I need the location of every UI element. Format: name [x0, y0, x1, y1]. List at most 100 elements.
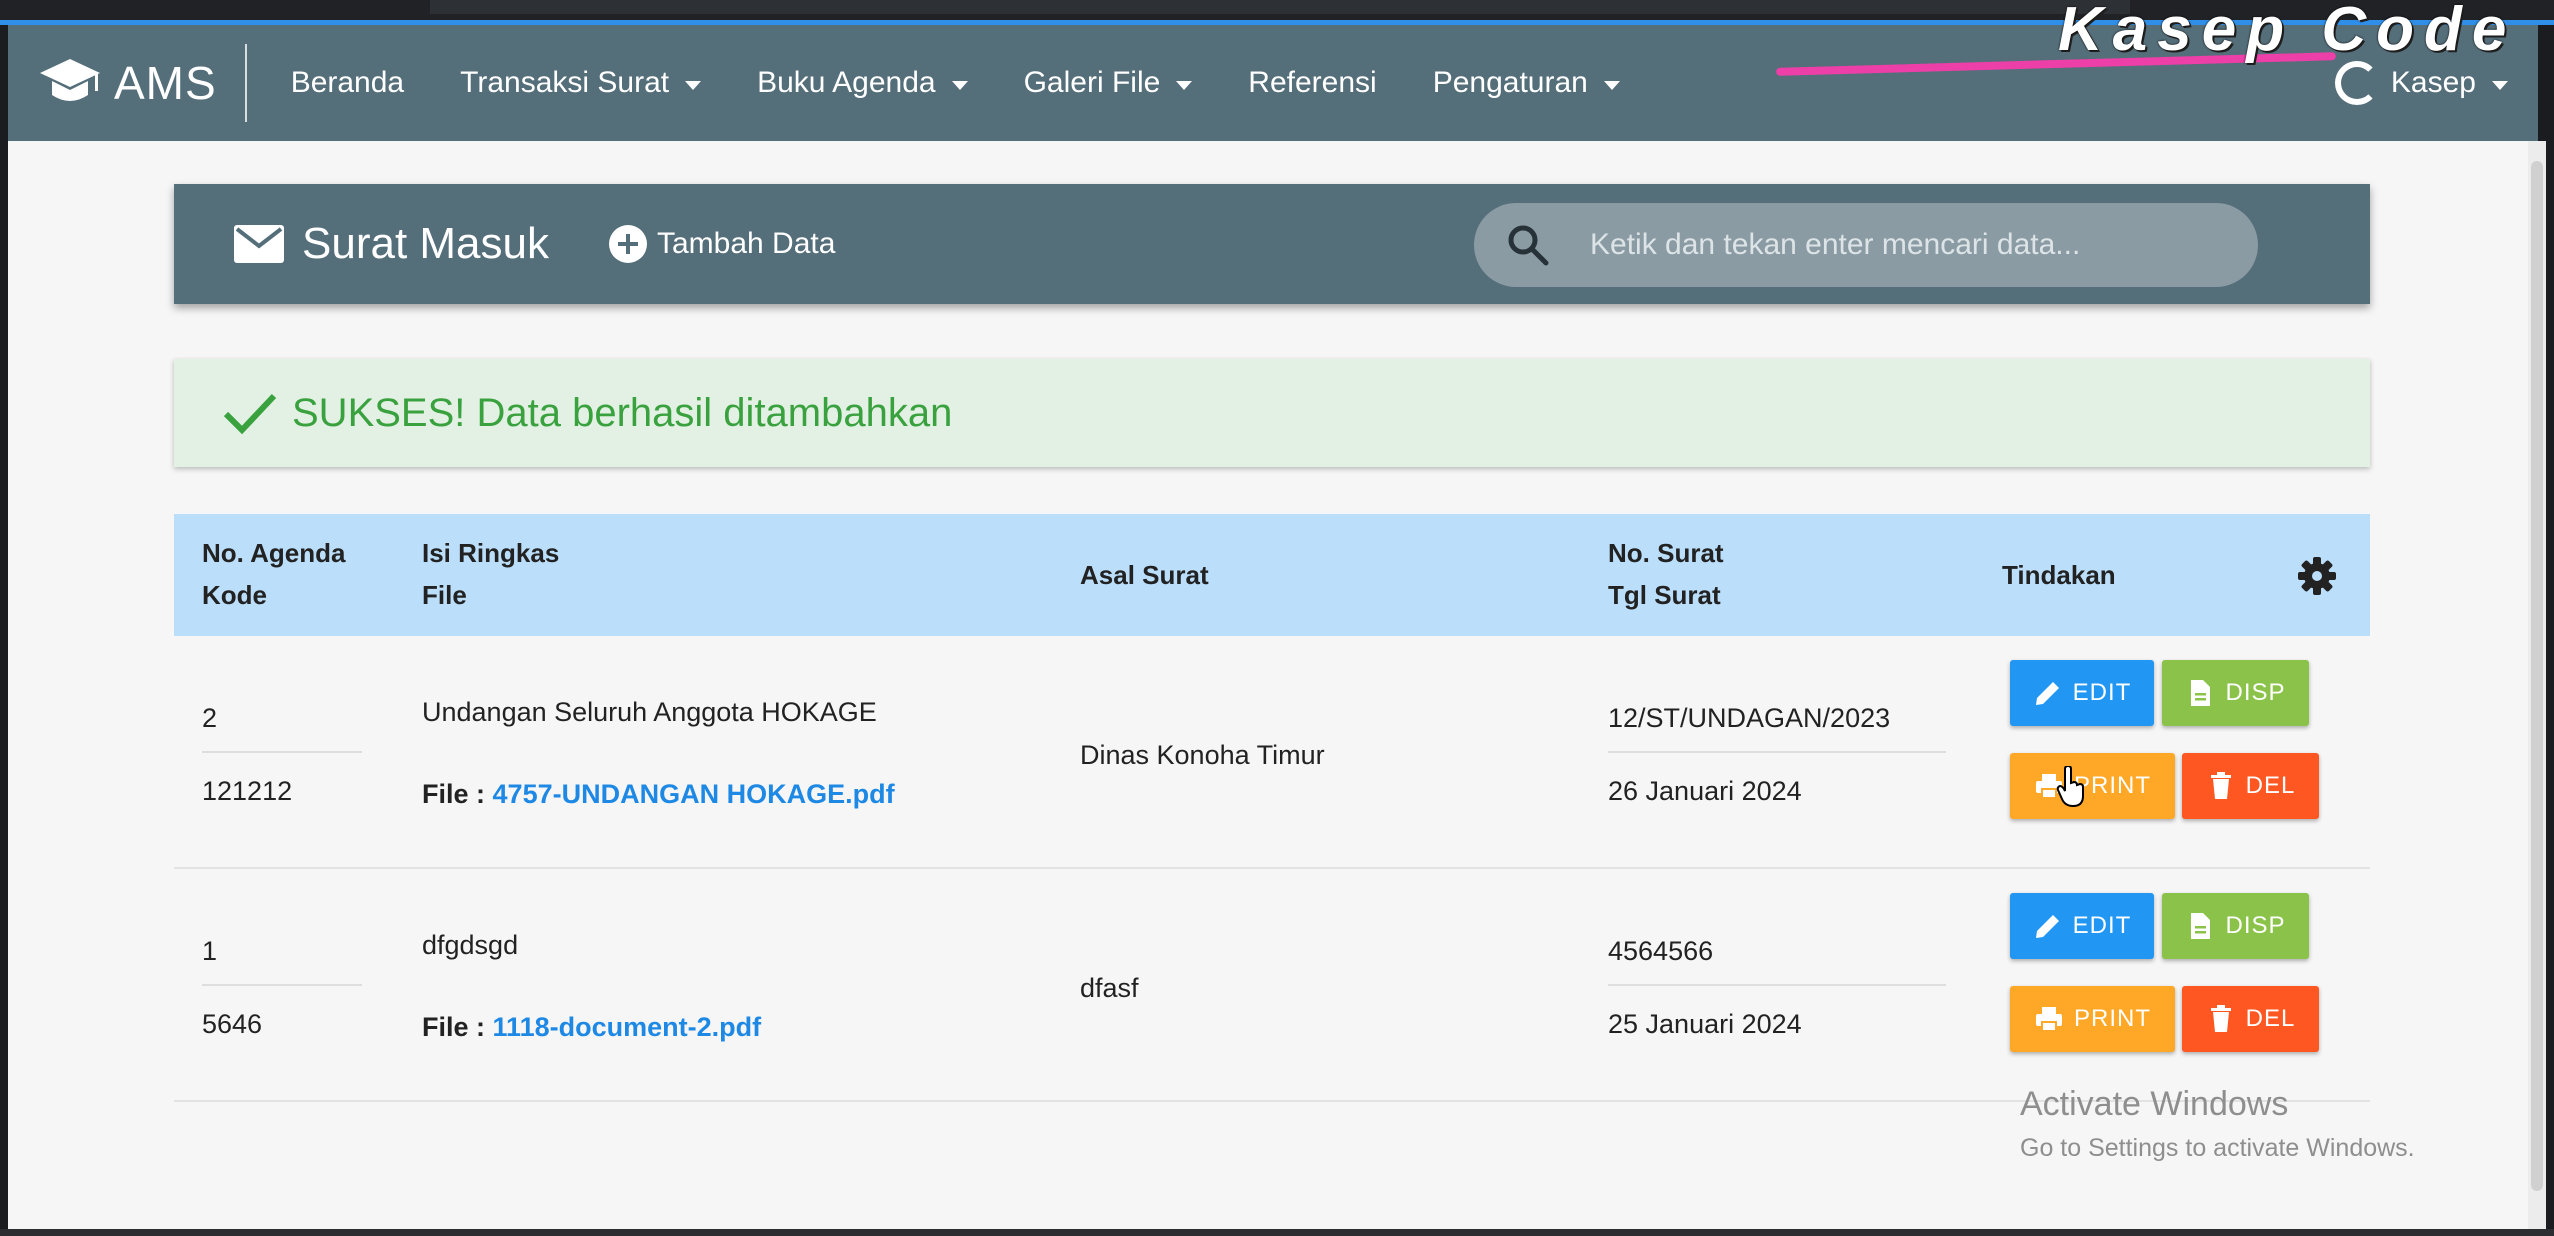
th-file: File: [422, 580, 467, 610]
cell-tgl-surat: 25 Januari 2024: [1608, 1009, 1802, 1039]
mail-icon: [234, 225, 284, 263]
alert-message: SUKSES! Data berhasil ditambahkan: [292, 390, 953, 435]
user-circle-icon: [2334, 61, 2379, 105]
gear-icon[interactable]: [2298, 557, 2336, 595]
cell-file: File : 1118-document-2.pdf: [422, 1012, 761, 1043]
th-no-tgl-surat: No. Surat Tgl Surat: [1608, 532, 1724, 616]
search-icon: [1508, 225, 1549, 266]
nav-item-label: Transaksi Surat: [460, 66, 670, 99]
nav-item-buku-agenda[interactable]: Buku Agenda: [729, 25, 996, 141]
pencil-icon: [2035, 682, 2059, 705]
table-row: 1 5646 dfgdsgd File : 1118-document-2.pd…: [174, 869, 2370, 1102]
nav-item-label: Galeri File: [1023, 66, 1161, 99]
nav-item-label: Buku Agenda: [757, 66, 936, 99]
search-input[interactable]: [1588, 227, 2232, 263]
th-tgl-surat: Tgl Surat: [1608, 580, 1721, 610]
disp-button[interactable]: DISP: [2162, 893, 2309, 959]
th-no-surat: No. Surat: [1608, 538, 1724, 568]
activate-windows-notice: Activate Windows Go to Settings to activ…: [2020, 1085, 2415, 1163]
disp-button[interactable]: DISP: [2162, 660, 2309, 726]
scrollbar-thumb[interactable]: [2531, 161, 2543, 1191]
table-row: 2 121212 Undangan Seluruh Anggota HOKAGE…: [174, 636, 2370, 869]
brand-separator: [244, 44, 247, 122]
cell-no-surat: 12/ST/UNDAGAN/2023: [1608, 703, 1891, 733]
add-data-button[interactable]: Tambah Data: [608, 225, 836, 263]
cell-divider: [202, 984, 362, 986]
user-name: Kasep: [2390, 66, 2476, 99]
bottom-strip: [0, 1229, 2554, 1236]
th-asal-surat: Asal Surat: [1080, 560, 1209, 590]
delete-button[interactable]: DEL: [2182, 753, 2319, 819]
check-icon: [223, 393, 277, 435]
cell-file: File : 4757-UNDANGAN HOKAGE.pdf: [422, 779, 895, 810]
edit-button[interactable]: EDIT: [2010, 660, 2154, 726]
document-icon: [2191, 680, 2211, 706]
document-icon: [2191, 913, 2211, 939]
file-label: File :: [422, 779, 486, 809]
disp-label: DISP: [2225, 679, 2286, 706]
cell-divider: [1608, 984, 1946, 986]
page-title: Surat Masuk: [234, 219, 549, 269]
search-box: [1474, 203, 2258, 287]
printer-icon: [2036, 1007, 2062, 1032]
nav-item-label: Pengaturan: [1432, 66, 1588, 99]
file-label: File :: [422, 1012, 486, 1042]
main-content: Surat Masuk Tambah Data SUKSES! Data ber…: [8, 141, 2528, 1229]
cell-kode: 121212: [202, 776, 293, 806]
nav-item-label: Beranda: [290, 66, 405, 99]
delete-button[interactable]: DEL: [2182, 986, 2319, 1052]
cell-asal-surat: dfasf: [1080, 973, 1139, 1003]
cell-isi-ringkas: dfgdsgd: [422, 930, 519, 960]
del-label: DEL: [2245, 1005, 2296, 1032]
brand-name: AMS: [114, 57, 217, 109]
caret-down-icon: [1176, 80, 1193, 90]
top-strip-highlight: [430, 0, 2130, 14]
brand-logo[interactable]: AMS: [8, 25, 263, 141]
caret-down-icon: [1603, 80, 1620, 90]
cell-no-agenda: 1: [202, 936, 218, 966]
trash-icon: [2210, 1005, 2231, 1032]
print-label: PRINT: [2074, 1005, 2151, 1032]
nav-item-galeri-file[interactable]: Galeri File: [996, 25, 1221, 141]
print-button[interactable]: PRINT: [2010, 986, 2175, 1052]
cell-divider: [1608, 751, 1946, 753]
caret-down-icon: [951, 80, 968, 90]
th-tindakan: Tindakan: [2002, 560, 2116, 590]
caret-down-icon: [685, 80, 702, 90]
surat-masuk-table: No. Agenda Kode Isi Ringkas File Asal Su…: [174, 514, 2370, 1102]
nav-item-label: Referensi: [1248, 66, 1377, 99]
add-data-label: Tambah Data: [656, 227, 836, 260]
nav-menu: Beranda Transaksi Surat Buku Agenda Gale…: [263, 25, 1648, 141]
hand-cursor-icon: [2056, 766, 2084, 808]
pencil-icon: [2035, 915, 2059, 938]
th-isi-ringkas: Isi Ringkas: [422, 538, 560, 568]
activate-windows-title: Activate Windows: [2020, 1085, 2289, 1123]
nav-item-beranda[interactable]: Beranda: [263, 25, 432, 141]
nav-item-referensi[interactable]: Referensi: [1220, 25, 1404, 141]
nav-item-transaksi-surat[interactable]: Transaksi Surat: [432, 25, 729, 141]
nav-item-pengaturan[interactable]: Pengaturan: [1405, 25, 1648, 141]
cell-kode: 5646: [202, 1009, 263, 1039]
trash-icon: [2210, 772, 2231, 799]
cell-divider: [202, 751, 362, 753]
edit-button[interactable]: EDIT: [2010, 893, 2154, 959]
th-no-agenda: No. Agenda: [202, 538, 346, 568]
print-button[interactable]: PRINT: [2010, 753, 2175, 819]
del-label: DEL: [2245, 772, 2296, 799]
channel-watermark: Kasep Code: [2058, 0, 2517, 64]
file-link[interactable]: 4757-UNDANGAN HOKAGE.pdf: [493, 779, 895, 809]
plus-circle-icon: [608, 225, 647, 263]
cell-no-agenda: 2: [202, 703, 218, 733]
disp-label: DISP: [2225, 912, 2286, 939]
page-header-card: Surat Masuk Tambah Data: [174, 184, 2370, 304]
cell-no-surat: 4564566: [1608, 936, 1714, 966]
vertical-scrollbar[interactable]: [2528, 141, 2546, 1229]
th-kode: Kode: [202, 580, 267, 610]
th-isi-ringkas-file: Isi Ringkas File: [422, 532, 559, 616]
cell-isi-ringkas: Undangan Seluruh Anggota HOKAGE: [422, 697, 877, 727]
success-alert: SUKSES! Data berhasil ditambahkan: [174, 359, 2370, 467]
file-link[interactable]: 1118-document-2.pdf: [493, 1012, 762, 1042]
th-no-agenda-kode: No. Agenda Kode: [202, 532, 345, 616]
table-header: No. Agenda Kode Isi Ringkas File Asal Su…: [174, 514, 2370, 636]
cell-asal-surat: Dinas Konoha Timur: [1080, 740, 1325, 770]
